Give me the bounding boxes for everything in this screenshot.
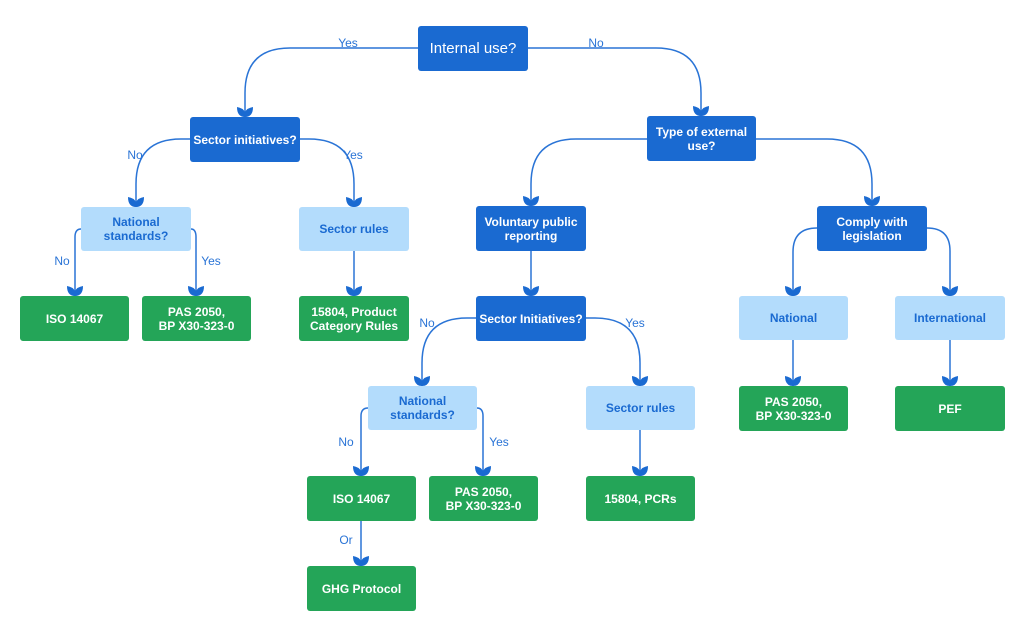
node-pas-2050-external: PAS 2050, BP X30-323-0 — [429, 476, 538, 521]
node-pef: PEF — [895, 386, 1005, 431]
node-sector-rules-internal: Sector rules — [299, 207, 409, 251]
connector-external-voluntary — [530, 138, 647, 206]
connector-external-comply — [756, 138, 873, 206]
node-comply-legislation: Comply with legislation — [817, 206, 927, 251]
node-iso-14067-internal: ISO 14067 — [20, 296, 129, 341]
edge-label-no: No — [127, 148, 143, 162]
connector-comply-national — [792, 227, 818, 296]
node-pcr-external: 15804, PCRs — [586, 476, 695, 521]
node-international: International — [895, 296, 1005, 340]
connector-internal-yes — [244, 47, 418, 117]
edge-label-or: Or — [339, 533, 353, 547]
node-voluntary-reporting: Voluntary public reporting — [476, 206, 586, 251]
edge-label-no: No — [419, 316, 435, 330]
node-national-standards-internal: National standards? — [81, 207, 191, 251]
node-pcr-internal: 15804, Product Category Rules — [299, 296, 409, 341]
edge-label-no: No — [338, 435, 354, 449]
edge-label-yes: Yes — [489, 435, 509, 449]
node-ghg-protocol: GHG Protocol — [307, 566, 416, 611]
connector-natstd-ext-no — [360, 407, 369, 476]
edge-label-yes: Yes — [201, 254, 221, 268]
edge-label-no: No — [54, 254, 70, 268]
node-iso-14067-external: ISO 14067 — [307, 476, 416, 521]
node-internal-use: Internal use? — [418, 26, 528, 71]
connector-sector-int-no — [135, 138, 190, 207]
edge-label-yes: Yes — [625, 316, 645, 330]
edge-label-no: No — [588, 36, 604, 50]
node-sector-initiatives-internal: Sector initiatives? — [190, 117, 300, 162]
node-national: National — [739, 296, 848, 340]
connector-natstd-ext-yes — [476, 407, 484, 476]
node-pas-2050-internal: PAS 2050, BP X30-323-0 — [142, 296, 251, 341]
node-pas-2050-national: PAS 2050, BP X30-323-0 — [739, 386, 848, 431]
node-sector-initiatives-external: Sector Initiatives? — [476, 296, 586, 341]
connector-natstd-int-yes — [190, 228, 197, 296]
edge-label-yes: Yes — [338, 36, 358, 50]
node-type-external-use: Type of external use? — [647, 116, 756, 161]
edge-label-yes: Yes — [343, 148, 363, 162]
node-sector-rules-external: Sector rules — [586, 386, 695, 430]
node-national-standards-external: National standards? — [368, 386, 477, 430]
connector-internal-no — [528, 47, 702, 116]
connector-comply-international — [926, 227, 951, 296]
